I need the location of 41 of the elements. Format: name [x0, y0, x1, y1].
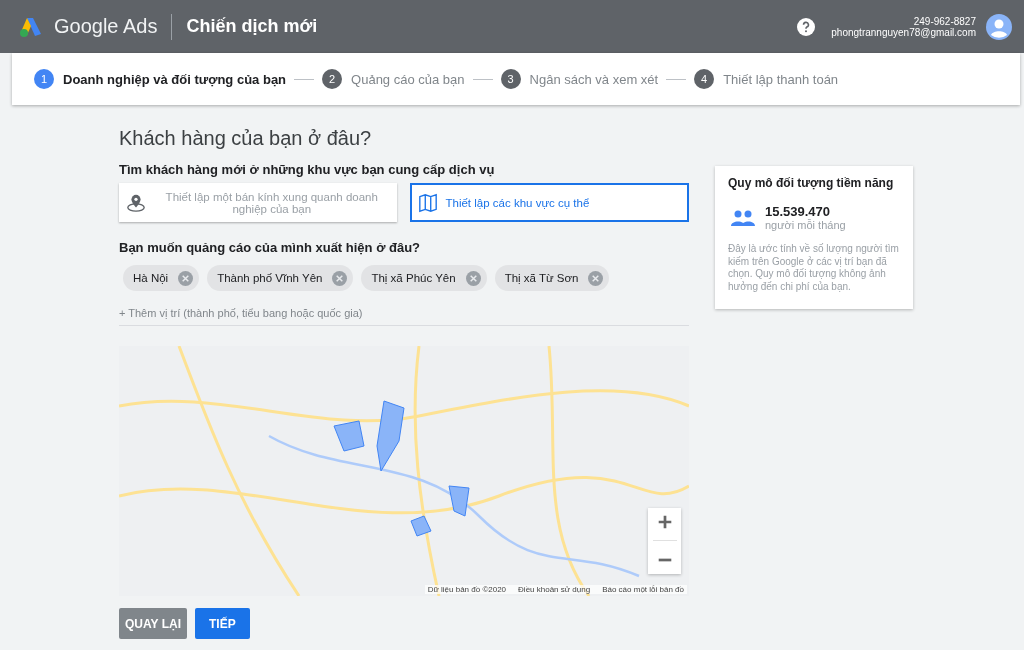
step-number[interactable]: 1 [34, 69, 54, 89]
audience-count: 15.539.470 [765, 204, 832, 219]
map-region [448, 485, 470, 517]
page-heading: Khách hàng của bạn ở đâu? [119, 127, 373, 150]
location-pin-icon [126, 192, 146, 213]
step-number[interactable]: 4 [694, 69, 715, 89]
location-name: Hà Nội [133, 272, 169, 284]
avatar-icon[interactable] [986, 13, 1012, 40]
step-number[interactable]: 2 [322, 69, 343, 89]
map-region [410, 515, 432, 537]
campaign-title: Chiến dịch mới [186, 16, 318, 37]
map-footer-link[interactable]: Báo cáo một lỗi bản đồ [602, 585, 684, 594]
product-name: Google Ads [54, 15, 158, 38]
audience-note: Đây là ước tính về số lượng người tìm kiếm trên Google ở các vị trí bạn đã chọn. Quy mô đối tượng không ảnh hưởng đến chi phí của bạn. [728, 243, 900, 293]
location-name: Thị xã Từ Sơn [504, 272, 579, 284]
people-icon [731, 209, 755, 226]
area-option[interactable]: Thiết lập các khu vực cụ thể [409, 183, 689, 222]
step-label[interactable]: Thiết lập thanh toán [723, 71, 839, 87]
folded-map-icon [417, 192, 438, 213]
account-id: 249-962-8827 [913, 15, 976, 27]
add-location-link[interactable]: + Thêm vị trí (thành phố, tiểu bang hoặc quốc gia) [119, 301, 689, 326]
location-question: Bạn muốn quảng cáo của mình xuất hiện ở đâu? [119, 240, 422, 255]
area-option[interactable]: Thiết lập một bán kính xung quanh doanh nghiệp của bạn [119, 183, 397, 222]
help-icon[interactable] [797, 17, 816, 36]
audience-unit: người mỗi tháng [765, 219, 846, 231]
map-region [333, 420, 365, 452]
area-question: Tìm khách hàng mới ở những khu vực bạn cung cấp dịch vụ [119, 162, 496, 177]
step-label[interactable]: Doanh nghiệp và đối tượng của bạn [63, 71, 287, 87]
step-label[interactable]: Ngân sách và xem xét [529, 71, 659, 87]
step-label[interactable]: Quảng cáo của bạn [351, 71, 465, 87]
google-ads-logo-icon [18, 15, 44, 38]
map-footer-link[interactable]: Điều khoản sử dụng [518, 585, 591, 594]
back-button[interactable]: QUAY LẠI [119, 608, 187, 639]
location-name: Thị xã Phúc Yên [371, 272, 456, 284]
audience-title: Quy mô đối tượng tiềm năng [728, 176, 895, 190]
map-footer-link[interactable]: Dữ liệu bản đồ ©2020 [427, 585, 507, 594]
account-email: phongtrannguyen78@gmail.com [831, 26, 976, 38]
next-button[interactable]: TIẾP [195, 608, 250, 639]
location-name: Thành phố Vĩnh Yên [217, 272, 323, 284]
step-number[interactable]: 3 [500, 69, 521, 89]
map-region [376, 400, 405, 472]
